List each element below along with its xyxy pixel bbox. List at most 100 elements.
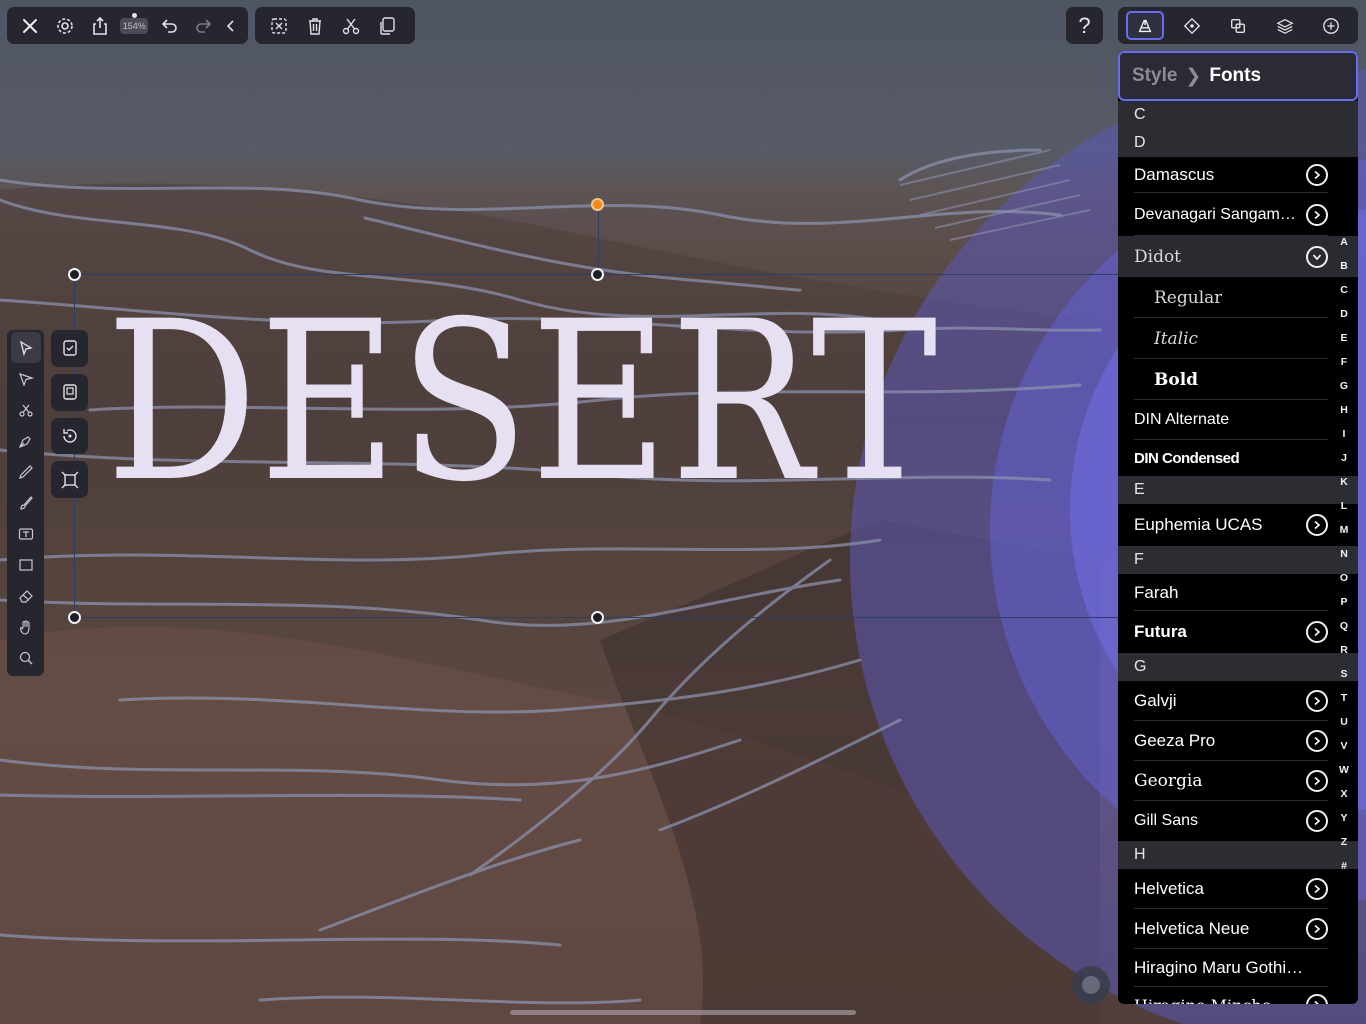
alphabet-index[interactable]: A B C D E F G H I J K L M N O P Q R S T U V W X Y Z # <box>1334 230 1354 878</box>
pen-tool[interactable] <box>11 425 41 456</box>
zoom-button[interactable]: 154% <box>117 7 152 44</box>
index-letter[interactable]: S <box>1340 662 1347 686</box>
index-letter[interactable]: Q <box>1340 614 1348 638</box>
index-letter[interactable]: V <box>1340 734 1347 758</box>
boolean-tab-button[interactable] <box>1219 11 1257 40</box>
canvas-text-object[interactable]: DESERT <box>106 292 939 512</box>
resize-handle-bottom-middle[interactable] <box>591 611 604 624</box>
font-row-farah[interactable]: Farah <box>1118 574 1358 611</box>
style-tab-button[interactable] <box>1126 11 1164 40</box>
index-letter[interactable]: U <box>1340 710 1348 734</box>
index-letter[interactable]: A <box>1340 230 1348 254</box>
assistive-touch-button[interactable] <box>1072 966 1110 1004</box>
zoom-tool[interactable] <box>11 642 41 673</box>
font-row-hiragino-maru-gothic[interactable]: Hiragino Maru Gothi… <box>1118 949 1358 987</box>
scissors-tool[interactable] <box>11 394 41 425</box>
index-letter[interactable]: R <box>1340 638 1348 662</box>
add-button[interactable] <box>1312 11 1350 40</box>
chevron-right-icon[interactable] <box>1306 810 1328 832</box>
font-row-galvji[interactable]: Galvji <box>1118 681 1358 721</box>
paste-style-button[interactable] <box>51 373 88 411</box>
font-row-euphemia-ucas[interactable]: Euphemia UCAS <box>1118 504 1358 546</box>
pencil-tool[interactable] <box>11 456 41 487</box>
chevron-right-icon[interactable] <box>1306 203 1328 226</box>
chevron-right-icon[interactable] <box>1306 770 1328 792</box>
index-letter[interactable]: K <box>1340 470 1348 494</box>
font-row-georgia[interactable]: Georgia <box>1118 761 1358 801</box>
font-row-helvetica[interactable]: Helvetica <box>1118 869 1358 909</box>
chevron-right-icon[interactable] <box>1306 878 1328 900</box>
index-letter[interactable]: B <box>1340 254 1348 278</box>
index-letter[interactable]: F <box>1341 350 1347 374</box>
chevron-right-icon[interactable] <box>1306 918 1328 940</box>
font-row-din-alternate[interactable]: DIN Alternate <box>1118 400 1358 440</box>
hand-tool[interactable] <box>11 611 41 642</box>
delete-button[interactable] <box>297 7 333 44</box>
chevron-down-icon[interactable] <box>1306 245 1328 268</box>
font-row-devanagari-sangam[interactable]: Devanagari Sangam… <box>1118 193 1358 236</box>
select-tool[interactable] <box>10 332 41 363</box>
transform-button[interactable] <box>51 461 88 498</box>
index-letter[interactable]: C <box>1340 278 1348 302</box>
redo-button[interactable] <box>186 7 221 44</box>
font-style-italic[interactable]: Italic <box>1118 318 1358 359</box>
index-letter[interactable]: # <box>1341 854 1347 878</box>
index-letter[interactable]: J <box>1341 446 1347 470</box>
collapse-toolbar-button[interactable] <box>221 7 242 44</box>
index-letter[interactable]: H <box>1340 398 1348 422</box>
deselect-button[interactable] <box>261 7 297 44</box>
font-style-regular[interactable]: Regular <box>1118 277 1358 318</box>
navigator-tab-button[interactable] <box>1173 11 1211 40</box>
index-letter[interactable]: W <box>1339 758 1349 782</box>
chevron-right-icon[interactable] <box>1306 730 1328 752</box>
undo-button[interactable] <box>152 7 187 44</box>
font-style-bold[interactable]: Bold <box>1118 359 1358 400</box>
duplicate-button[interactable] <box>369 7 405 44</box>
text-tool[interactable] <box>11 518 41 549</box>
breadcrumb-style[interactable]: Style <box>1132 65 1177 87</box>
settings-button[interactable] <box>48 7 83 44</box>
index-letter[interactable]: X <box>1340 782 1347 806</box>
font-row-din-condensed[interactable]: DIN Condensed <box>1118 440 1358 476</box>
index-letter[interactable]: N <box>1340 542 1348 566</box>
font-row-futura[interactable]: Futura <box>1118 611 1358 653</box>
chevron-right-icon[interactable] <box>1306 164 1328 186</box>
index-letter[interactable]: M <box>1340 518 1349 542</box>
font-row-geeza-pro[interactable]: Geeza Pro <box>1118 721 1358 761</box>
index-letter[interactable]: Y <box>1340 806 1347 830</box>
rotation-handle[interactable] <box>591 198 604 211</box>
chevron-right-icon[interactable] <box>1306 514 1328 536</box>
index-letter[interactable]: I <box>1343 422 1346 446</box>
direct-select-tool[interactable] <box>11 363 41 394</box>
resize-handle-top-left[interactable] <box>68 268 81 281</box>
index-letter[interactable]: D <box>1340 302 1348 326</box>
chevron-right-icon[interactable] <box>1306 690 1328 712</box>
index-letter[interactable]: G <box>1340 374 1348 398</box>
rotate-button[interactable] <box>51 417 88 455</box>
close-button[interactable] <box>13 7 48 44</box>
font-row-gill-sans[interactable]: Gill Sans <box>1118 801 1358 841</box>
index-letter[interactable]: L <box>1341 494 1347 518</box>
chevron-right-icon[interactable] <box>1306 621 1328 643</box>
font-list[interactable]: C D Damascus Devanagari Sangam… Didot Re… <box>1118 101 1358 1004</box>
index-letter[interactable]: T <box>1341 686 1347 710</box>
index-letter[interactable]: Z <box>1341 830 1347 854</box>
shape-tool[interactable] <box>11 549 41 580</box>
font-row-helvetica-neue[interactable]: Helvetica Neue <box>1118 909 1358 949</box>
layers-tab-button[interactable] <box>1266 11 1304 40</box>
index-letter[interactable]: O <box>1340 566 1348 590</box>
brush-tool[interactable] <box>11 487 41 518</box>
font-row-didot[interactable]: Didot <box>1118 236 1358 277</box>
cut-button[interactable] <box>333 7 369 44</box>
chevron-right-icon[interactable] <box>1306 994 1328 1004</box>
eraser-tool[interactable] <box>11 580 41 611</box>
font-row-hiragino-mincho[interactable]: Hiragino Mincho… <box>1118 987 1358 1004</box>
resize-handle-top-middle[interactable] <box>591 268 604 281</box>
help-button[interactable]: ? <box>1066 7 1103 44</box>
index-letter[interactable]: E <box>1340 326 1347 350</box>
index-letter[interactable]: P <box>1340 590 1347 614</box>
resize-handle-bottom-left[interactable] <box>68 611 81 624</box>
font-row-damascus[interactable]: Damascus <box>1118 157 1358 193</box>
share-button[interactable] <box>82 7 117 44</box>
selection-options-button[interactable] <box>51 330 88 367</box>
